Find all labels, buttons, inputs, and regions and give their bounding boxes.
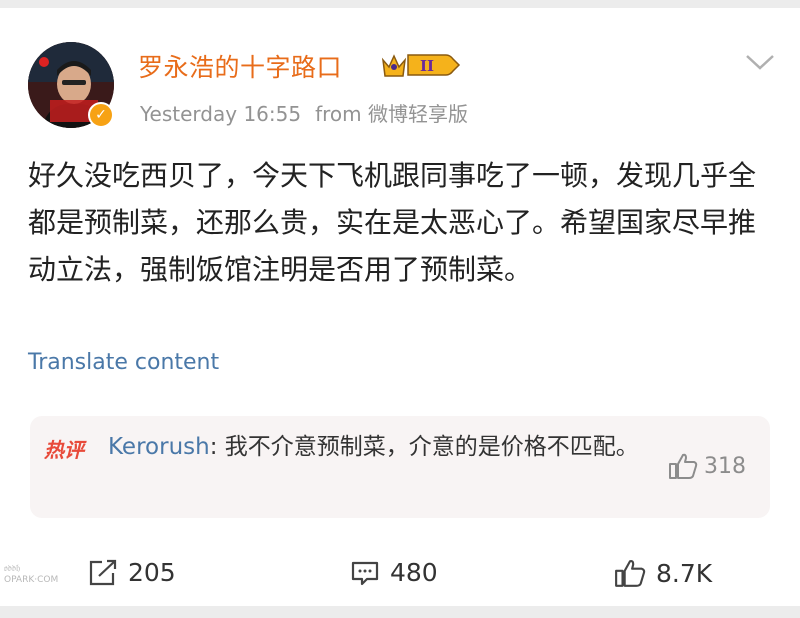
hot-comment-like-button[interactable]: 318 <box>668 452 746 480</box>
translate-link[interactable]: Translate content <box>28 350 219 375</box>
vip-crown-icon[interactable]: II <box>380 50 462 80</box>
chevron-down-icon[interactable] <box>744 52 776 72</box>
repost-count: 205 <box>128 558 176 587</box>
post-source[interactable]: from 微博轻享版 <box>315 102 468 126</box>
watermark-line2: OPARK·COM <box>4 575 59 585</box>
hot-comment-tag: 热评 <box>44 438 84 462</box>
thumb-up-icon <box>615 560 646 587</box>
hot-comment-text: Kerorush: 我不介意预制菜，介意的是价格不匹配。 <box>108 434 639 460</box>
hot-comment-like-count: 318 <box>704 453 746 479</box>
comment-icon <box>351 561 379 585</box>
comment-count: 480 <box>390 558 438 587</box>
like-count: 8.7K <box>656 558 713 588</box>
vip-level: II <box>420 57 434 75</box>
action-bar: 205 480 8.7K <box>0 558 800 598</box>
comment-button[interactable]: 480 <box>350 558 438 587</box>
watermark: 𝔬𝔡𝔡𝔥 OPARK·COM <box>4 564 58 586</box>
timestamp: Yesterday 16:55 <box>140 102 302 126</box>
author-name[interactable]: 罗永浩的十字路口 <box>138 48 342 84</box>
weibo-post-card: ✓ 罗永浩的十字路口 II Yesterday 16:55 from 微博轻享版 … <box>0 8 800 606</box>
verified-icon: ✓ <box>88 102 114 128</box>
repost-button[interactable]: 205 <box>88 558 176 587</box>
post-body: 好久没吃西贝了，今天下飞机跟同事吃了一顿，发现几乎全都是预制菜，还那么贵，实在是… <box>28 159 757 286</box>
like-button[interactable]: 8.7K <box>614 558 712 588</box>
thumb-up-icon <box>669 453 698 479</box>
hot-comment-body: 我不介意预制菜，介意的是价格不匹配。 <box>224 434 639 460</box>
hot-comment-user[interactable]: Kerorush <box>108 434 210 460</box>
watermark-line1: 𝔬𝔡𝔡𝔥 <box>4 564 21 574</box>
repost-icon <box>89 559 117 585</box>
hot-comment[interactable]: 热评 Kerorush: 我不介意预制菜，介意的是价格不匹配。 318 <box>30 416 770 518</box>
post-meta: Yesterday 16:55 from 微博轻享版 <box>140 98 468 127</box>
